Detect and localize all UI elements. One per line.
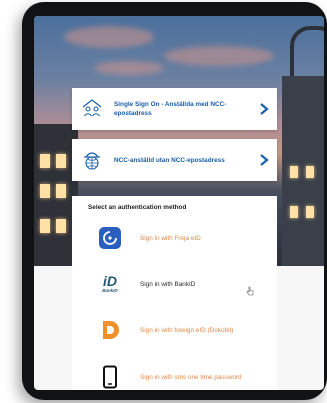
sso-card-no-email-label: NCC-anställd utan NCC-epostadress (114, 156, 225, 164)
tablet-screen: Single Sign On - Anställda med NCC-epost… (34, 16, 324, 390)
chevron-right-icon (260, 154, 269, 166)
method-foreign-eid[interactable]: Sign in with foreign eID (Dokobit) (98, 315, 273, 345)
bankid-logo-caption: BankID (102, 288, 118, 293)
globe-hardhat-icon (84, 152, 100, 170)
freja-eid-icon (98, 226, 122, 250)
auth-panel-title: Select an authentication method (88, 204, 187, 211)
method-freja-eid-label: Sign in with Freja eID (140, 234, 201, 242)
method-freja-eid[interactable]: Sign in with Freja eID (98, 223, 273, 253)
sso-card-no-email[interactable]: NCC-anställd utan NCC-epostadress (72, 139, 277, 181)
phone-icon (98, 365, 122, 389)
chevron-right-icon (260, 103, 269, 115)
method-bankid-label: Sign in with BankID (140, 280, 196, 288)
hand-cursor-icon (246, 286, 254, 296)
sso-card-employees[interactable]: Single Sign On - Anställda med NCC-epost… (72, 88, 277, 130)
method-sms-otp[interactable]: Sign in with sms one time password (98, 362, 273, 390)
bankid-logo-mark: iD (103, 273, 117, 289)
bankid-icon: iD BankID (98, 272, 122, 296)
users-network-icon (82, 99, 102, 117)
building-right (282, 76, 324, 266)
sso-card-employees-label: Single Sign On - Anställda med NCC-epost… (114, 101, 227, 117)
dokobit-icon (98, 318, 122, 342)
method-foreign-eid-label: Sign in with foreign eID (Dokobit) (140, 326, 234, 334)
method-sms-otp-label: Sign in with sms one time password (140, 373, 242, 381)
tablet-frame: Single Sign On - Anställda med NCC-epost… (22, 2, 327, 400)
